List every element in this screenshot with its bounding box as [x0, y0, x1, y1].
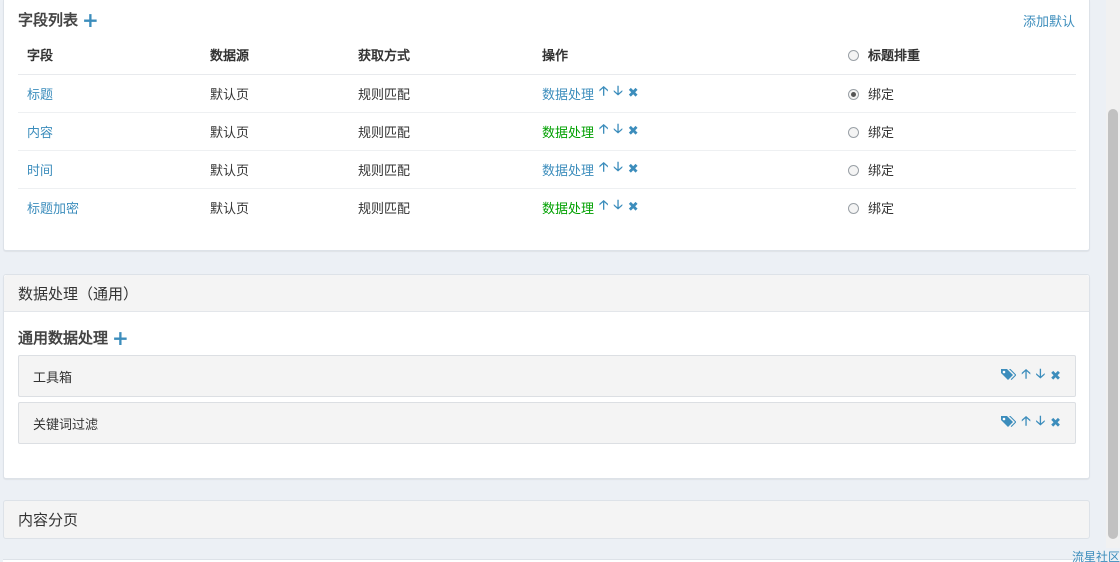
arrow-down-icon[interactable]: 🡣 [1036, 412, 1045, 434]
arrow-up-icon[interactable]: 🡡 [599, 196, 608, 218]
row-operations: 数据处理 🡡 🡣 ✖ [542, 120, 639, 142]
add-default-link[interactable]: 添加默认 [1023, 11, 1075, 30]
common-processing-title: 通用数据处理 [18, 329, 109, 347]
add-field-plus-icon[interactable]: + [82, 10, 99, 30]
bind-radio[interactable] [848, 164, 859, 176]
table-row: 时间 默认页 规则匹配 数据处理 🡡 🡣 ✖ 绑定 [18, 149, 1076, 188]
header-method: 获取方式 [349, 36, 533, 75]
row-operations: 数据处理 🡡 🡣 ✖ [542, 196, 639, 218]
close-icon[interactable]: ✖ [628, 124, 639, 139]
header-source: 数据源 [201, 36, 349, 75]
row-operations: 数据处理 🡡 🡣 ✖ [542, 158, 639, 180]
content-pagination-panel[interactable]: 内容分页 [3, 500, 1090, 539]
close-icon[interactable]: ✖ [628, 200, 639, 215]
bind-label: 绑定 [868, 125, 895, 141]
close-icon[interactable]: ✖ [1050, 369, 1061, 384]
arrow-up-icon[interactable]: 🡡 [1021, 412, 1030, 434]
data-processing-panel: 数据处理（通用） 通用数据处理 + 工具箱 🡡 🡣 ✖ 关键词过滤 🡡 🡣 ✖ [3, 274, 1090, 479]
field-method: 规则匹配 [349, 73, 533, 112]
content-pagination-header: 内容分页 [18, 511, 79, 529]
close-icon[interactable]: ✖ [628, 86, 639, 101]
arrow-down-icon[interactable]: 🡣 [613, 196, 622, 218]
list-item[interactable]: 关键词过滤 🡡 🡣 ✖ [18, 402, 1076, 444]
data-process-link[interactable]: 数据处理 [542, 198, 594, 217]
field-name-link[interactable]: 标题加密 [27, 202, 79, 217]
arrow-down-icon[interactable]: 🡣 [1036, 365, 1045, 387]
field-list-panel: 字段列表 + 添加默认 字段 数据源 获取方式 操作 标题排重 标题 默认页 规… [3, 0, 1090, 251]
field-name-link[interactable]: 时间 [27, 164, 53, 179]
common-processing-title-wrap: 通用数据处理 + [18, 327, 129, 348]
row-operations: 数据处理 🡡 🡣 ✖ [542, 82, 639, 104]
processing-item-label: 关键词过滤 [33, 417, 99, 433]
add-processing-plus-icon[interactable]: + [112, 328, 129, 348]
arrow-up-icon[interactable]: 🡡 [599, 120, 608, 142]
field-method: 规则匹配 [349, 111, 533, 150]
table-row: 内容 默认页 规则匹配 数据处理 🡡 🡣 ✖ 绑定 [18, 111, 1076, 150]
bind-label: 绑定 [868, 87, 895, 103]
data-process-link[interactable]: 数据处理 [542, 84, 594, 103]
processing-item-actions: 🡡 🡣 ✖ [1000, 365, 1061, 387]
field-source: 默认页 [201, 111, 349, 150]
field-method: 规则匹配 [349, 187, 533, 226]
header-dedupe-label: 标题排重 [868, 49, 921, 65]
list-item[interactable]: 工具箱 🡡 🡣 ✖ [18, 355, 1076, 397]
close-icon[interactable]: ✖ [1050, 416, 1061, 431]
field-list-title: 字段列表 [18, 11, 79, 29]
field-method: 规则匹配 [349, 149, 533, 188]
arrow-down-icon[interactable]: 🡣 [613, 82, 622, 104]
bind-radio[interactable] [848, 88, 859, 100]
scrollbar-thumb[interactable] [1108, 109, 1118, 539]
field-table-header-row: 字段 数据源 获取方式 操作 标题排重 [18, 36, 1076, 75]
tags-icon[interactable] [1000, 415, 1017, 432]
processing-item-actions: 🡡 🡣 ✖ [1000, 412, 1061, 434]
header-operation: 操作 [533, 36, 839, 75]
field-source: 默认页 [201, 73, 349, 112]
data-processing-header: 数据处理（通用） [4, 275, 1089, 312]
bind-radio[interactable] [848, 202, 859, 214]
data-process-link[interactable]: 数据处理 [542, 122, 594, 141]
header-dedupe: 标题排重 [839, 36, 1076, 75]
bind-label: 绑定 [868, 201, 895, 217]
close-icon[interactable]: ✖ [628, 162, 639, 177]
vertical-scrollbar[interactable] [1106, 0, 1120, 548]
arrow-up-icon[interactable]: 🡡 [599, 158, 608, 180]
field-source: 默认页 [201, 187, 349, 226]
data-process-link[interactable]: 数据处理 [542, 160, 594, 179]
table-row: 标题加密 默认页 规则匹配 数据处理 🡡 🡣 ✖ 绑定 [18, 187, 1076, 226]
arrow-down-icon[interactable]: 🡣 [613, 158, 622, 180]
field-table: 字段 数据源 获取方式 操作 标题排重 标题 默认页 规则匹配 数据处理 🡡 🡣… [18, 36, 1076, 226]
header-field: 字段 [18, 36, 201, 75]
arrow-down-icon[interactable]: 🡣 [613, 120, 622, 142]
field-name-link[interactable]: 内容 [27, 126, 53, 141]
arrow-up-icon[interactable]: 🡡 [599, 82, 608, 104]
field-list-title-wrap: 字段列表 + [18, 9, 99, 30]
field-name-link[interactable]: 标题 [27, 88, 53, 103]
arrow-up-icon[interactable]: 🡡 [1021, 365, 1030, 387]
table-row: 标题 默认页 规则匹配 数据处理 🡡 🡣 ✖ 绑定 [18, 73, 1076, 112]
bind-label: 绑定 [868, 163, 895, 179]
dedupe-radio[interactable] [848, 50, 859, 62]
tags-icon[interactable] [1000, 368, 1017, 385]
processing-item-label: 工具箱 [33, 370, 73, 386]
bind-radio[interactable] [848, 126, 859, 138]
community-link[interactable]: 流星社区 [1072, 548, 1120, 562]
field-source: 默认页 [201, 149, 349, 188]
